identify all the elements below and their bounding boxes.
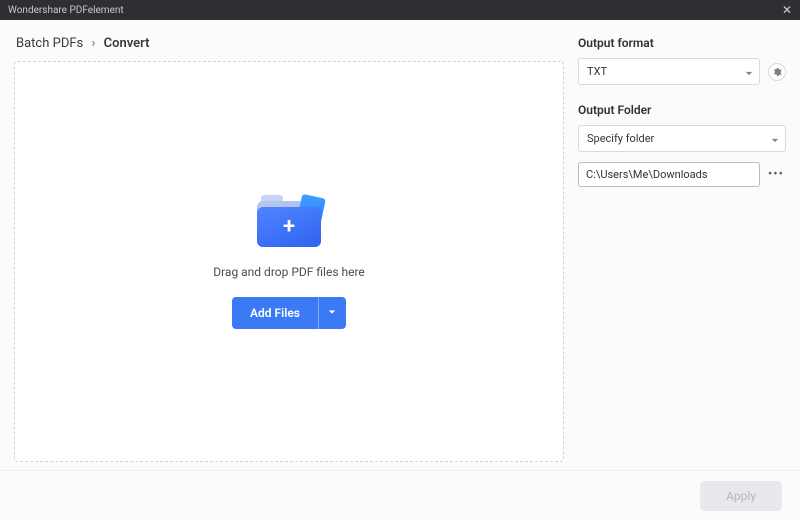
add-files-button[interactable]: Add Files xyxy=(232,297,318,329)
add-folder-icon: + xyxy=(257,195,321,247)
left-pane: Batch PDFs › Convert + Drag and drop PDF… xyxy=(14,32,564,462)
breadcrumb: Batch PDFs › Convert xyxy=(16,36,562,51)
output-format-label: Output format xyxy=(578,36,786,50)
dropzone[interactable]: + Drag and drop PDF files here Add Files xyxy=(14,61,564,462)
app-title: Wondershare PDFelement xyxy=(8,5,124,16)
dropzone-instruction: Drag and drop PDF files here xyxy=(213,265,365,279)
close-icon[interactable]: ✕ xyxy=(782,3,792,17)
content-area: Batch PDFs › Convert + Drag and drop PDF… xyxy=(0,20,800,470)
output-folder-path-input[interactable] xyxy=(578,162,760,187)
apply-button[interactable]: Apply xyxy=(700,481,782,511)
gear-icon xyxy=(772,62,782,81)
ellipsis-icon: ••• xyxy=(768,167,784,182)
add-files-dropdown-button[interactable] xyxy=(318,297,346,329)
output-folder-label: Output Folder xyxy=(578,103,786,117)
breadcrumb-separator: › xyxy=(91,36,95,51)
right-pane: Output format TXT Output Folder Specify … xyxy=(578,32,786,462)
output-format-value[interactable]: TXT xyxy=(578,58,760,85)
chevron-down-icon xyxy=(328,305,336,320)
format-settings-button[interactable] xyxy=(768,63,786,81)
breadcrumb-current: Convert xyxy=(104,36,150,51)
output-folder-mode-value[interactable]: Specify folder xyxy=(578,125,786,152)
breadcrumb-root[interactable]: Batch PDFs xyxy=(16,36,83,51)
footer: Apply xyxy=(0,470,800,520)
output-folder-mode-select[interactable]: Specify folder xyxy=(578,125,786,152)
add-files-group: Add Files xyxy=(232,297,346,329)
output-format-select[interactable]: TXT xyxy=(578,58,760,85)
browse-folder-button[interactable]: ••• xyxy=(766,166,786,184)
title-bar: Wondershare PDFelement ✕ xyxy=(0,0,800,20)
